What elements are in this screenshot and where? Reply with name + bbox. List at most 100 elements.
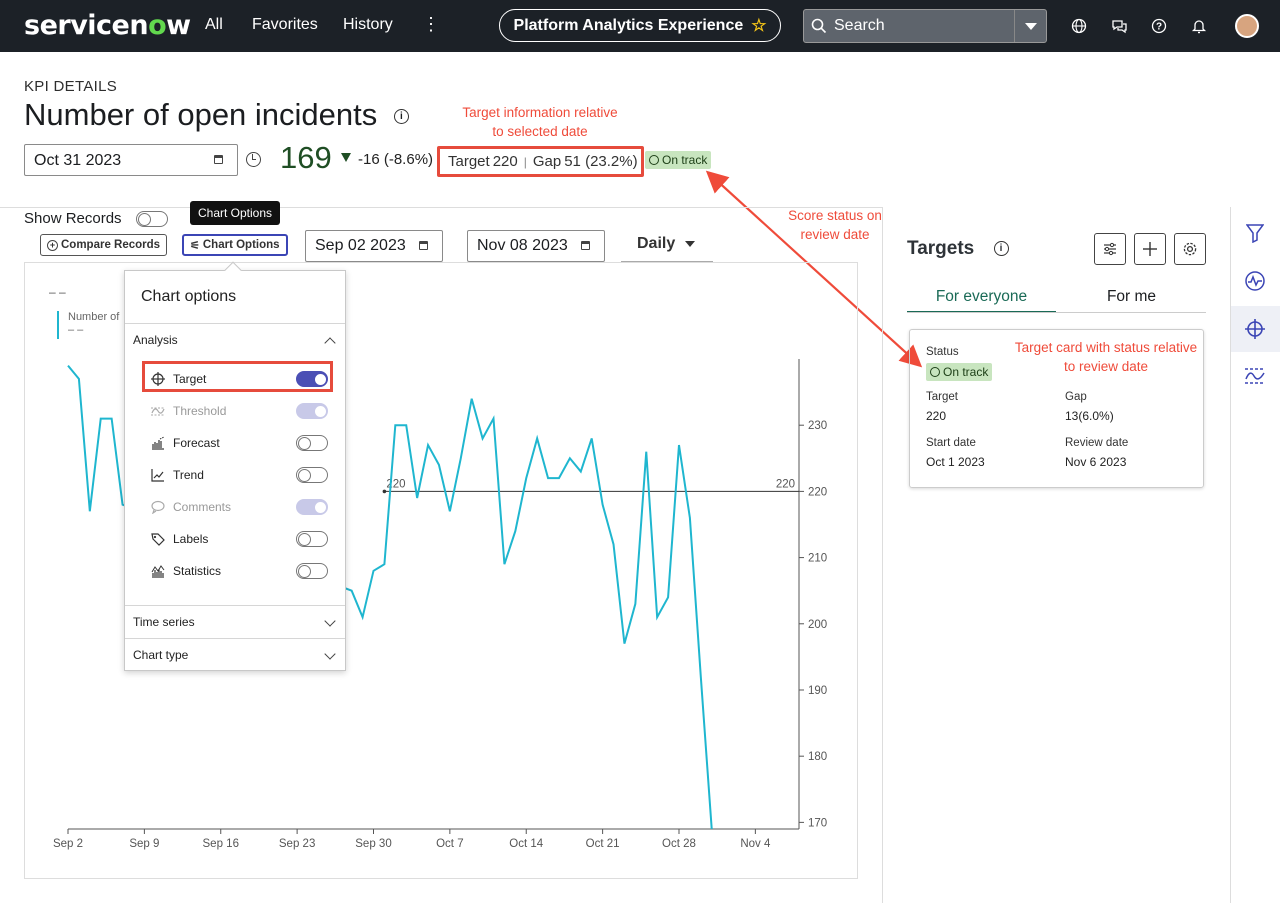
top-navigation: servicenow All Favorites History ⋮ Platf… (0, 0, 1280, 52)
app-title-pill[interactable]: Platform Analytics Experience ☆ (499, 9, 781, 42)
trend-toggle[interactable] (296, 467, 328, 483)
time-series-section-header[interactable]: Time series (125, 605, 345, 638)
chart-options-tooltip: Chart Options (190, 201, 281, 225)
user-avatar[interactable] (1235, 14, 1259, 38)
x-tick-label: Sep 23 (279, 838, 315, 850)
nav-more-menu[interactable]: ⋮ (422, 14, 440, 35)
chat-icon[interactable] (1109, 16, 1129, 36)
option-trend[interactable]: Trend (150, 465, 328, 485)
calendar-icon[interactable] (214, 155, 223, 164)
calendar-icon[interactable] (581, 241, 590, 250)
chevron-down-icon (1024, 22, 1037, 30)
tag-icon (150, 532, 165, 547)
app-title: Platform Analytics Experience (513, 16, 744, 34)
show-records-toggle[interactable] (136, 211, 168, 227)
clock-icon (649, 155, 659, 165)
tabs-underline (907, 312, 1206, 313)
legend-series-name[interactable]: Number of (68, 311, 119, 323)
annotation-target-card: Target card with status relative to revi… (1014, 340, 1198, 374)
gap-label: Gap (532, 153, 562, 170)
card-review-label: Review date (1065, 437, 1129, 449)
search-icon (804, 18, 834, 34)
y-tick-label: 170 (808, 817, 827, 829)
x-tick-label: Oct 28 (662, 838, 696, 850)
target-filter-button[interactable] (1094, 233, 1126, 265)
statistics-toggle[interactable] (296, 563, 328, 579)
y-tick-label: 230 (808, 420, 827, 432)
option-statistics[interactable]: Statistics (150, 561, 328, 581)
nav-all[interactable]: All (205, 16, 223, 34)
compare-records-button[interactable]: + Compare Records (40, 234, 168, 256)
target-value: 220 (492, 153, 518, 170)
option-labels[interactable]: Labels (150, 529, 328, 549)
option-forecast[interactable]: Forecast (150, 433, 328, 453)
kpi-score: 169 (280, 140, 332, 175)
chart-type-section-header[interactable]: Chart type (125, 638, 345, 671)
global-search[interactable]: Search (803, 9, 1047, 43)
forecast-toggle[interactable] (296, 435, 328, 451)
kpi-date-field[interactable]: Oct 31 2023 (24, 144, 238, 176)
search-input[interactable]: Search (834, 17, 1014, 35)
y-tick-label: 190 (808, 685, 827, 697)
bell-icon[interactable] (1189, 16, 1209, 36)
x-tick-label: Sep 16 (203, 838, 239, 850)
labels-toggle[interactable] (296, 531, 328, 547)
search-scope-dropdown[interactable] (1014, 10, 1046, 42)
annotation-target-info: Target information relative to selected … (462, 105, 618, 139)
y-tick-label: 200 (808, 619, 827, 631)
frequency-select[interactable]: Daily (621, 229, 713, 262)
servicenow-logo[interactable]: servicenow (24, 10, 191, 41)
globe-icon[interactable] (1069, 16, 1089, 36)
plus-icon (1143, 242, 1157, 256)
x-tick-label: Oct 7 (436, 838, 463, 850)
start-date-field[interactable]: Sep 02 2023 (305, 230, 443, 262)
x-tick-label: Sep 30 (355, 838, 391, 850)
star-icon[interactable]: ☆ (751, 16, 766, 36)
gap-value: 51 (23.2%) (564, 153, 638, 170)
chevron-down-icon (324, 648, 336, 660)
x-tick-label: Sep 2 (53, 838, 83, 850)
forecast-icon (150, 436, 165, 451)
add-target-button[interactable] (1134, 233, 1166, 265)
info-icon[interactable]: i (393, 109, 409, 125)
tab-for-everyone[interactable]: For everyone (907, 288, 1056, 313)
trend-icon (150, 468, 165, 483)
analysis-section-header[interactable]: Analysis (125, 323, 345, 356)
x-tick-label: Nov 4 (740, 838, 771, 850)
target-option-highlight (142, 361, 333, 392)
targets-title: Targets i (907, 238, 1009, 260)
end-date-field[interactable]: Nov 08 2023 (467, 230, 605, 262)
legend-swatch (57, 311, 59, 339)
card-target-label: Target (926, 391, 958, 403)
settings-icon (1183, 242, 1197, 256)
help-icon[interactable]: ? (1149, 16, 1169, 36)
filter-icon[interactable] (1244, 222, 1266, 244)
chevron-up-icon (324, 337, 336, 349)
info-icon[interactable]: i (993, 241, 1009, 257)
nav-favorites[interactable]: Favorites (252, 16, 318, 34)
score-change: -16 (-8.6%) (358, 151, 434, 168)
down-arrow-icon (341, 153, 351, 162)
threshold-icon[interactable] (1244, 365, 1266, 387)
chart-options-button[interactable]: ⚟ Chart Options (182, 234, 288, 256)
y-tick-label: 180 (808, 751, 827, 763)
sliders-icon (1104, 242, 1116, 256)
x-tick-label: Oct 14 (509, 838, 543, 850)
card-gap-label: Gap (1065, 391, 1087, 403)
target-label-left: 220 (386, 478, 405, 490)
calendar-icon[interactable] (419, 241, 428, 250)
card-target-value: 220 (926, 409, 947, 423)
y-tick-label: 220 (808, 486, 827, 498)
show-records-label: Show Records (24, 210, 122, 227)
target-crosshair-icon[interactable] (1244, 318, 1266, 340)
card-start-value: Oct 1 2023 (926, 455, 985, 469)
card-gap-value: 13(6.0%) (1065, 409, 1114, 423)
clock-icon[interactable] (246, 152, 261, 167)
tab-for-me[interactable]: For me (1057, 288, 1206, 313)
target-info-box: Target 220 | Gap 51 (23.2%) (437, 146, 644, 177)
nav-history[interactable]: History (343, 16, 393, 34)
target-settings-button[interactable] (1174, 233, 1206, 265)
page-title: Number of open incidents i (24, 97, 409, 133)
target-card[interactable]: Status On track Target 220 Gap 13(6.0%) … (909, 329, 1204, 488)
activity-icon[interactable] (1244, 270, 1266, 292)
